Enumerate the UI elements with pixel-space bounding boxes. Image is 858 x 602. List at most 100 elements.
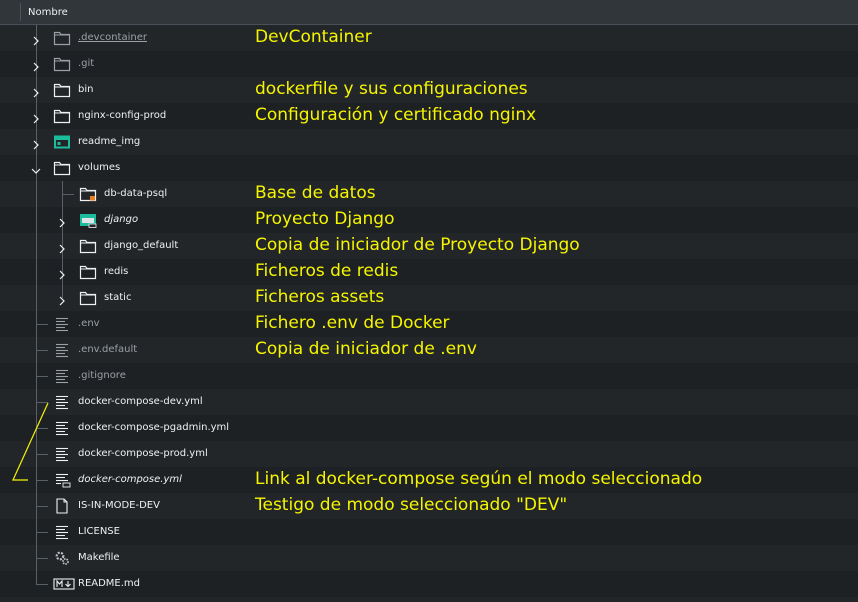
chevron-down-icon[interactable] (30, 162, 42, 174)
tree-row[interactable]: redis Ficheros de redis (0, 259, 858, 285)
blank-file-icon (53, 498, 71, 514)
tree-row[interactable]: .env Fichero .env de Docker (0, 311, 858, 337)
text-file-icon (53, 368, 71, 384)
tree-guide-branch (36, 506, 48, 507)
tree-row[interactable]: IS-IN-MODE-DEV Testigo de modo selecciona… (0, 493, 858, 519)
file-name: docker-compose.yml (78, 474, 182, 485)
file-name: bin (78, 84, 94, 95)
tree-guide-line (36, 233, 37, 259)
text-file-icon (53, 342, 71, 358)
chevron-right-icon[interactable] (30, 136, 42, 150)
tree-guide-branch (36, 584, 48, 585)
file-name: Makefile (78, 552, 120, 563)
tree-row[interactable]: volumes (0, 155, 858, 181)
annotation-note: Fichero .env de Docker (255, 313, 450, 333)
chevron-right-icon[interactable] (56, 292, 68, 306)
folder-icon (53, 30, 71, 46)
tree-guide-line (36, 259, 37, 285)
file-name: .env.default (78, 344, 138, 355)
file-name: LICENSE (78, 526, 120, 537)
tree-guide-line (36, 571, 37, 584)
tree-row[interactable]: django Proyecto Django (0, 207, 858, 233)
tree-guide-branch (36, 558, 48, 559)
folder-icon (53, 82, 71, 98)
annotation-note: Proyecto Django (255, 209, 395, 229)
tree-row[interactable]: bin dockerfile y sus configuraciones (0, 77, 858, 103)
file-name: .gitignore (78, 370, 126, 381)
tree-guide-branch (62, 194, 74, 195)
annotation-note: Base de datos (255, 183, 376, 203)
file-name: .devcontainer (78, 32, 147, 43)
tree-row[interactable]: db-data-psql Base de datos (0, 181, 858, 207)
header-separator (20, 3, 21, 21)
annotation-note: Link al docker-compose según el modo sel… (255, 469, 703, 489)
folder-icon (53, 56, 71, 72)
tree-guide-branch (36, 324, 48, 325)
locked-folder-icon (79, 186, 97, 202)
tree-guide-branch (36, 402, 48, 403)
tree-row[interactable]: docker-compose-prod.yml (0, 441, 858, 467)
tree-row[interactable]: docker-compose.yml Link al docker-compose… (0, 467, 858, 493)
annotation-note: DevContainer (255, 27, 372, 47)
tree-row[interactable]: .git (0, 51, 858, 77)
folder-icon (79, 290, 97, 306)
file-name: docker-compose-dev.yml (78, 396, 203, 407)
tree-row[interactable]: README.md (0, 571, 858, 597)
file-name: redis (104, 266, 129, 277)
chevron-right-icon[interactable] (30, 84, 42, 98)
folder-icon (53, 108, 71, 124)
tree-guide-line (36, 181, 37, 207)
annotation-note: Ficheros de redis (255, 261, 399, 281)
chevron-right-icon[interactable] (56, 214, 68, 228)
tree-row[interactable]: .devcontainer DevContainer (0, 25, 858, 51)
tree-row[interactable]: nginx-config-prod Configuración y certifi… (0, 103, 858, 129)
annotation-note: Copia de iniciador de Proyecto Django (255, 235, 580, 255)
tree-row[interactable]: LICENSE (0, 519, 858, 545)
file-name: docker-compose-prod.yml (78, 448, 208, 459)
text-file-icon (53, 524, 71, 540)
tree-row[interactable]: .env.default Copia de iniciador de .env (0, 337, 858, 363)
tree-guide-line (36, 285, 37, 311)
tree-guide-branch (36, 532, 48, 533)
file-name: .git (78, 58, 95, 69)
text-file-icon (53, 394, 71, 410)
text-file-icon (53, 420, 71, 436)
tree-row[interactable]: docker-compose-dev.yml (0, 389, 858, 415)
tree-guide-branch (36, 350, 48, 351)
chevron-right-icon[interactable] (56, 240, 68, 254)
linked-folder-icon (79, 212, 97, 228)
markdown-file-icon (53, 576, 75, 592)
chevron-right-icon[interactable] (56, 266, 68, 280)
chevron-right-icon[interactable] (30, 110, 42, 124)
tree-guide-branch (36, 428, 48, 429)
tree-row[interactable]: static Ficheros assets (0, 285, 858, 311)
file-name: .env (78, 318, 100, 329)
gear-file-icon (53, 550, 71, 566)
file-name: nginx-config-prod (78, 110, 167, 121)
annotation-note: dockerfile y sus configuraciones (255, 79, 528, 99)
column-header[interactable]: Nombre (0, 0, 858, 25)
tree-row[interactable]: Makefile (0, 545, 858, 571)
tree-row[interactable]: .gitignore (0, 363, 858, 389)
annotation-note: Configuración y certificado nginx (255, 105, 537, 125)
file-name: django (104, 214, 139, 225)
tree-row[interactable]: readme_img (0, 129, 858, 155)
file-name: README.md (78, 578, 141, 589)
linked-text-file-icon (53, 472, 71, 488)
annotation-note: Copia de iniciador de .env (255, 339, 477, 359)
text-file-icon (53, 446, 71, 462)
annotation-note: Ficheros assets (255, 287, 385, 307)
tree-guide-branch (36, 454, 48, 455)
file-name: readme_img (78, 136, 141, 147)
tree-row[interactable]: docker-compose-pgadmin.yml (0, 415, 858, 441)
annotation-note: Testigo de modo seleccionado "DEV" (255, 495, 568, 515)
tree-guide-branch (36, 480, 48, 481)
text-file-icon (53, 316, 71, 332)
file-name: db-data-psql (104, 188, 168, 199)
chevron-right-icon[interactable] (30, 32, 42, 46)
image-folder-icon (53, 134, 71, 150)
folder-icon (53, 160, 71, 176)
file-name: volumes (78, 162, 121, 173)
chevron-right-icon[interactable] (30, 58, 42, 72)
tree-row[interactable]: django_default Copia de iniciador de Proy… (0, 233, 858, 259)
